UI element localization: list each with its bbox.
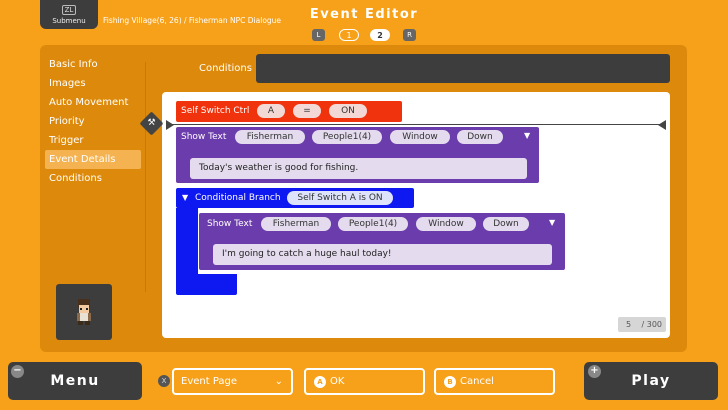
menu-button[interactable]: Menu bbox=[8, 362, 142, 400]
play-button[interactable]: Play bbox=[584, 362, 718, 400]
sidebar-item-auto-movement[interactable]: Auto Movement bbox=[45, 93, 141, 112]
cancel-label: Cancel bbox=[460, 376, 494, 387]
sidebar-item-images[interactable]: Images bbox=[45, 74, 141, 93]
show-text-label: Show Text bbox=[181, 132, 227, 142]
next-page-key[interactable]: R bbox=[403, 29, 416, 41]
sidebar: Basic Info Images Auto Movement Priority… bbox=[45, 55, 141, 188]
submenu-label: Submenu bbox=[52, 16, 86, 25]
page-title: Event Editor bbox=[309, 7, 419, 22]
window-type-pill[interactable]: Window bbox=[416, 217, 476, 231]
conditions-label: Conditions bbox=[199, 63, 252, 74]
switch-letter-pill[interactable]: A bbox=[257, 104, 285, 118]
page-tab-2[interactable]: 2 bbox=[370, 29, 390, 41]
fisherman-sprite-icon bbox=[77, 299, 91, 325]
show-text-command[interactable]: Show Text Fisherman People1(4) Window Do… bbox=[176, 127, 539, 183]
timeline-start-arrow-icon bbox=[166, 120, 174, 130]
sidebar-item-conditions[interactable]: Conditions bbox=[45, 169, 141, 188]
conditional-branch-body bbox=[176, 208, 198, 274]
page-tab-1[interactable]: 1 bbox=[339, 29, 359, 41]
plus-key-icon: + bbox=[588, 365, 601, 378]
self-switch-label: Self Switch Ctrl bbox=[181, 106, 250, 116]
event-page-label: Event Page bbox=[181, 376, 238, 387]
timeline-line bbox=[166, 124, 666, 125]
speaker-name-pill[interactable]: Fisherman bbox=[235, 130, 305, 144]
command-counter: 5 / 300 bbox=[618, 317, 666, 332]
ok-button[interactable]: A OK bbox=[304, 368, 425, 395]
expand-triangle-icon[interactable]: ▼ bbox=[182, 193, 188, 202]
speaker-name-pill[interactable]: Fisherman bbox=[261, 217, 331, 231]
conditions-field[interactable] bbox=[256, 54, 670, 83]
nested-show-text-command[interactable]: Show Text Fisherman People1(4) Window Do… bbox=[199, 213, 565, 270]
sidebar-item-event-details[interactable]: Event Details bbox=[45, 150, 141, 169]
collapse-triangle-icon[interactable]: ▼ bbox=[549, 218, 555, 227]
prev-page-key[interactable]: L bbox=[312, 29, 325, 41]
message-text[interactable]: Today's weather is good for fishing. bbox=[190, 158, 527, 179]
command-max: / 300 bbox=[641, 320, 662, 329]
conditional-branch-label: Conditional Branch bbox=[195, 193, 281, 203]
self-switch-command[interactable]: Self Switch Ctrl A = ON bbox=[176, 101, 402, 122]
conditional-branch-command[interactable]: ▼ Conditional Branch Self Switch A is ON bbox=[176, 188, 414, 208]
a-key-icon: A bbox=[314, 375, 326, 388]
sidebar-item-trigger[interactable]: Trigger bbox=[45, 131, 141, 150]
branch-condition-pill[interactable]: Self Switch A is ON bbox=[287, 191, 393, 205]
face-graphic-pill[interactable]: People1(4) bbox=[338, 217, 408, 231]
sidebar-item-basic-info[interactable]: Basic Info bbox=[45, 55, 141, 74]
timeline-end-arrow-icon bbox=[658, 120, 666, 130]
minus-key-icon: − bbox=[11, 365, 24, 378]
ok-label: OK bbox=[330, 376, 345, 387]
breadcrumb: Fishing Village(6, 26) / Fisherman NPC D… bbox=[103, 16, 282, 25]
face-graphic-pill[interactable]: People1(4) bbox=[312, 130, 382, 144]
switch-value-pill[interactable]: ON bbox=[329, 104, 367, 118]
message-text[interactable]: I'm going to catch a huge haul today! bbox=[213, 244, 552, 265]
event-page-dropdown[interactable]: Event Page ⌄ bbox=[172, 368, 293, 395]
sidebar-divider bbox=[145, 62, 146, 292]
command-count: 5 bbox=[626, 320, 632, 329]
cancel-button[interactable]: B Cancel bbox=[434, 368, 555, 395]
submenu-button[interactable]: ZL Submenu bbox=[40, 0, 98, 29]
sidebar-item-priority[interactable]: Priority bbox=[45, 112, 141, 131]
position-pill[interactable]: Down bbox=[457, 130, 503, 144]
chevron-down-icon: ⌄ bbox=[274, 376, 283, 387]
conditional-branch-end[interactable] bbox=[176, 274, 237, 295]
b-key-icon: B bbox=[444, 375, 456, 388]
zl-key-icon: ZL bbox=[62, 4, 76, 15]
hammer-icon: ⚒ bbox=[147, 118, 156, 128]
collapse-triangle-icon[interactable]: ▼ bbox=[524, 131, 530, 140]
character-sprite[interactable] bbox=[56, 284, 112, 340]
window-type-pill[interactable]: Window bbox=[390, 130, 450, 144]
position-pill[interactable]: Down bbox=[483, 217, 529, 231]
x-key-icon: X bbox=[158, 375, 170, 387]
show-text-label: Show Text bbox=[207, 219, 253, 229]
operator-pill[interactable]: = bbox=[293, 104, 321, 118]
